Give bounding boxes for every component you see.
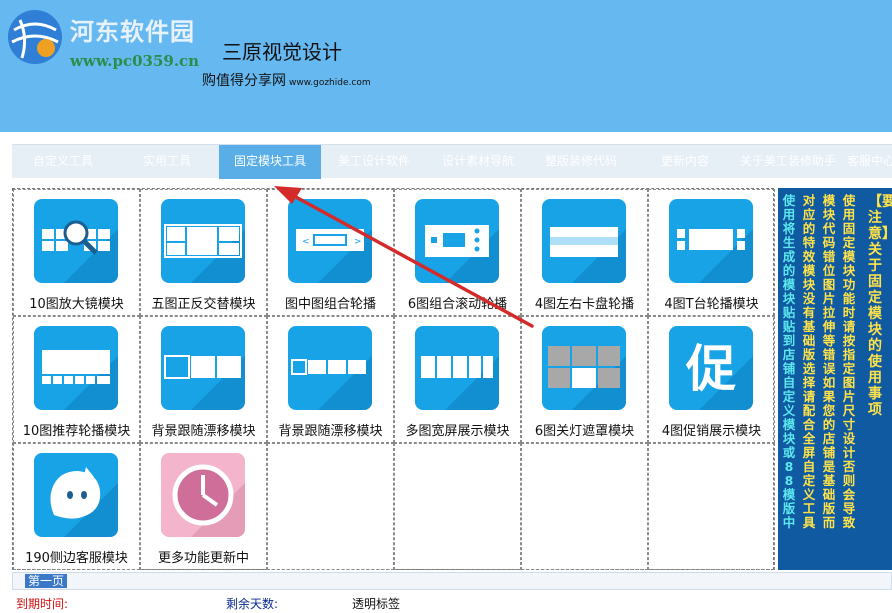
logo-name: 河东软件园 [70,17,195,46]
module-grid: 10图放大镜模块 五图正反交替模块 < > 图中图组合轮播 6图组合滚动轮播 4… [12,188,775,570]
notice-column: 模块代码错位图片拉伸等错误如果您的店铺是基础版而 [822,193,836,530]
pager-bar: 第一页 [12,572,892,590]
module-label: 背景跟随漂移模块 [278,424,383,439]
module-label: 背景跟随漂移模块 [151,424,256,439]
recommend-carousel-icon [34,326,118,410]
empty-module-slot [267,443,394,570]
tab-fixed-module-tools[interactable]: 固定模块工具 [219,145,321,179]
promotion-glyph: 促 [685,340,736,398]
module-card[interactable]: < > 图中图组合轮播 [267,189,394,316]
runway-carousel-icon [669,199,753,283]
tab-utility-tools[interactable]: 实用工具 [124,145,210,179]
notice-column: 对应的特效模块没有基础版选择请配合全屏自定义工具 [802,193,816,530]
app-subtitle-url: www.gozhide.com [289,78,371,88]
module-label: 10图推荐轮播模块 [22,424,131,439]
clock-icon [161,453,245,537]
usage-notice-panel: 使用 将生成的模块贴贴到店铺自定义模块或88模版中 对应的特效模块没有基础版选择… [778,188,892,570]
tab-customer-center[interactable]: 客服中心 [843,145,892,179]
notice-column: 使用固定模块功能时请按指定图片尺寸设计否则会导致 [842,193,856,530]
empty-module-slot [521,443,648,570]
logo-url: www.pc0359.cn [70,52,200,70]
module-card[interactable]: 4图T台轮播模块 [648,189,775,316]
page-link[interactable]: 第一页 [25,574,68,588]
tab-about[interactable]: 关于美工装修助手 [736,145,840,179]
module-card[interactable]: 6图关灯遮罩模块 [521,316,648,443]
svg-text:>: > [354,237,362,247]
tab-material-navigation[interactable]: 设计素材导航 [432,145,524,179]
app-header: 河东软件园 www.pc0359.cn 三原视觉设计 购值得分享网 www.goz… [0,0,892,132]
card-carousel-icon [542,199,626,283]
module-card[interactable]: 190侧边客服模块 [13,443,140,570]
picture-in-picture-carousel-icon: < > [288,199,372,283]
alternating-blocks-icon [161,199,245,283]
promotion-icon: 促 [669,326,753,410]
module-label: 4图左右卡盘轮播 [534,297,635,312]
scroll-carousel-icon [415,199,499,283]
module-label: 更多功能更新中 [157,551,249,566]
site-logo: 河东软件园 www.pc0359.cn [6,6,216,72]
notice-title: 【要注意】关于固定模块的使用事项 [868,194,892,418]
tab-full-page-code[interactable]: 整版装修代码 [535,145,627,179]
app-title: 三原视觉设计 [222,40,342,64]
module-card[interactable]: 促 4图促销展示模块 [648,316,775,443]
module-label: 多图宽屏展示模块 [405,424,510,439]
globe-logo-icon [8,10,62,64]
module-card[interactable]: 背景跟随漂移模块 [267,316,394,443]
main-nav: 自定义工具 实用工具 固定模块工具 美工设计软件 设计素材导航 整版装修代码 更… [12,144,892,179]
empty-module-slot [394,443,521,570]
transparent-tab-label[interactable]: 透明标签 [352,595,400,612]
module-card[interactable]: 更多功能更新中 [140,443,267,570]
app-subtitle: 购值得分享网 www.gozhide.com [202,70,371,90]
module-label: 6图组合滚动轮播 [407,297,508,312]
module-card[interactable]: 10图放大镜模块 [13,189,140,316]
module-label: 6图关灯遮罩模块 [534,424,635,439]
background-drift-icon [161,326,245,410]
app-subtitle-text: 购值得分享网 [202,73,286,89]
module-card[interactable]: 10图推荐轮播模块 [13,316,140,443]
tab-design-software[interactable]: 美工设计软件 [328,145,420,179]
lights-off-mask-icon [542,326,626,410]
module-label: 五图正反交替模块 [151,297,256,312]
notice-column: 使用 将生成的模块贴贴到店铺自定义模块或88模版中 [782,193,796,530]
widescreen-display-icon [415,326,499,410]
empty-module-slot [648,443,775,570]
module-label: 190侧边客服模块 [25,551,128,566]
magnifier-strip-icon [34,199,118,283]
module-label: 10图放大镜模块 [29,297,124,312]
module-card[interactable]: 背景跟随漂移模块 [140,316,267,443]
module-card[interactable]: 多图宽屏展示模块 [394,316,521,443]
module-card[interactable]: 五图正反交替模块 [140,189,267,316]
module-label: 图中图组合轮播 [284,297,376,312]
module-label: 4图T台轮播模块 [664,297,759,312]
background-drift-small-icon [288,326,372,410]
tab-custom-tools[interactable]: 自定义工具 [20,145,106,179]
status-bar: 到期时间: 剩余天数: 透明标签 [0,592,892,613]
customer-service-mascot-icon [34,453,118,537]
expiry-label: 到期时间: [16,597,69,611]
days-left-label: 剩余天数: [226,597,279,611]
tab-updates[interactable]: 更新内容 [652,145,718,179]
svg-text:<: < [302,237,310,247]
module-card[interactable]: 4图左右卡盘轮播 [521,189,648,316]
module-card[interactable]: 6图组合滚动轮播 [394,189,521,316]
module-label: 4图促销展示模块 [661,424,762,439]
